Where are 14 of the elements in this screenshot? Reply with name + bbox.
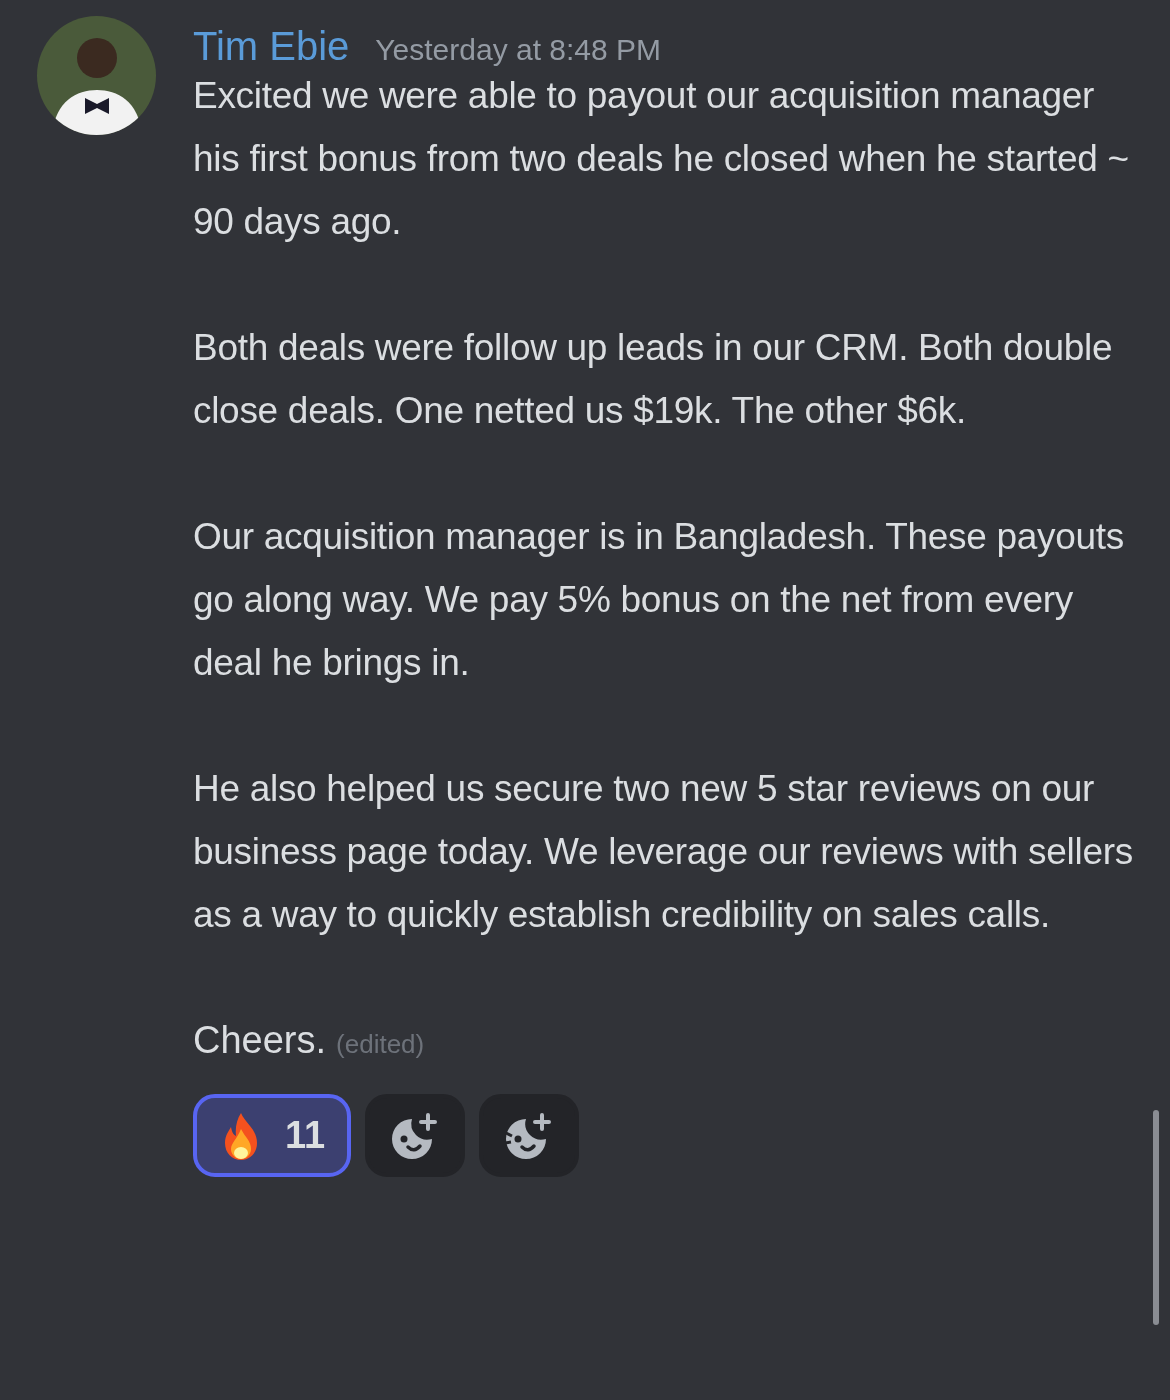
reaction-button[interactable]: 11 xyxy=(193,1094,351,1177)
timestamp: Yesterday at 8:48 PM xyxy=(375,32,662,68)
message-text: Excited we were able to payout our acquisition manager his first bonus from two deals he closed when he started ~ 90 days ago. xyxy=(193,74,1130,244)
author-name[interactable]: Tim Ebie xyxy=(193,16,350,76)
message-text: He also helped us secure two new 5 star reviews on our business page today. We leverage our reviews with sellers as a way to quickly establish credibility on sales calls. xyxy=(193,767,1133,937)
scrollbar[interactable] xyxy=(1153,1110,1159,1325)
message-text: Cheers. xyxy=(193,1018,327,1063)
add-super-reaction-button[interactable] xyxy=(479,1094,579,1177)
message-text: Our acquisition manager is in Bangladesh. These payouts go along way. We pay 5% bonus on the net from every deal he brings in. xyxy=(193,515,1125,685)
smiley-plus-icon xyxy=(390,1112,440,1159)
edited-label: (edited) xyxy=(336,1028,425,1061)
sparkle-smiley-plus-icon xyxy=(504,1112,554,1159)
message-text: Both deals were follow up leads in our CRM. Both double close deals. One netted us $19k. The other $6k. xyxy=(193,326,1114,433)
add-reaction-button[interactable] xyxy=(365,1094,465,1177)
